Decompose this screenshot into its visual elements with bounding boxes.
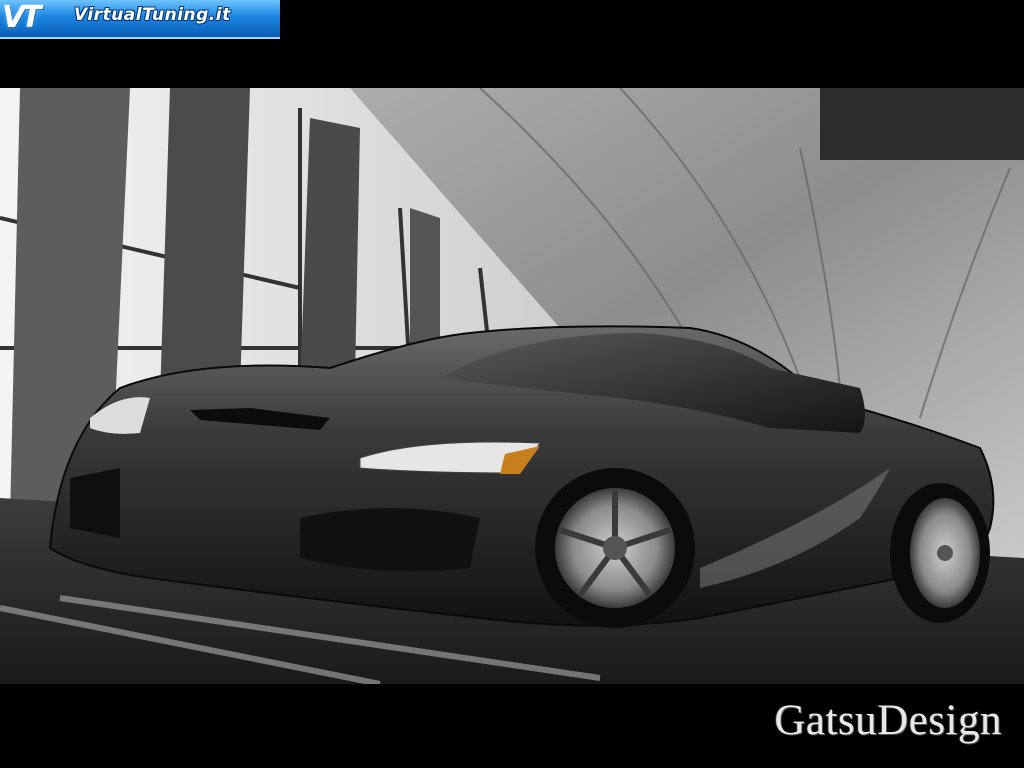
logo-mark-icon: VT	[2, 0, 42, 35]
signature-watermark: GatsuDesign	[774, 697, 1002, 744]
logo-text: VirtualTuning.it	[74, 5, 231, 25]
site-logo[interactable]: VT VirtualTuning.it	[0, 0, 280, 39]
car-photo	[0, 88, 1024, 684]
